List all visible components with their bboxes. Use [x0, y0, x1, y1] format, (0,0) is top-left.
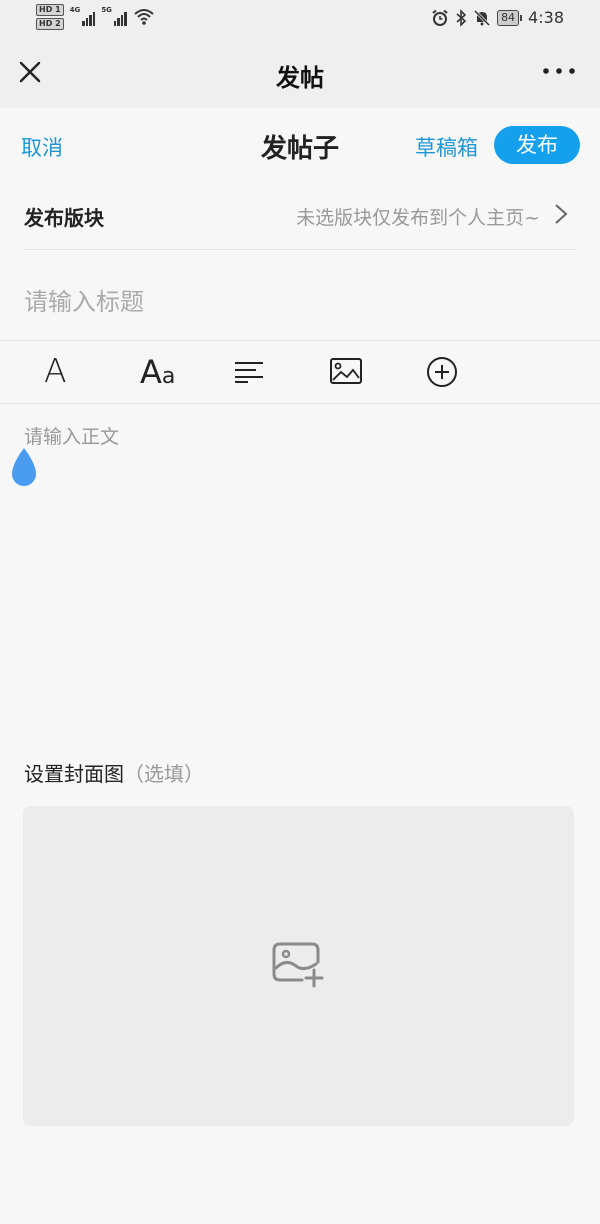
window-title: 发帖 — [276, 64, 324, 92]
wifi-icon — [134, 9, 154, 25]
cover-label-text: 设置封面图 — [24, 762, 124, 786]
status-right: 84 4:38 — [431, 8, 564, 27]
body-input[interactable]: 请输入正文 — [24, 422, 119, 449]
font-size-button[interactable]: Aa — [140, 355, 175, 395]
section-hint: 未选版块仅发布到个人主页~ — [296, 207, 540, 229]
drafts-button[interactable]: 草稿箱 — [415, 132, 478, 162]
clock: 4:38 — [528, 8, 564, 27]
title-input[interactable]: 请输入标题 — [24, 282, 144, 317]
cursor-handle-icon[interactable] — [6, 446, 42, 488]
add-image-icon — [272, 942, 324, 988]
title-bar: 发帖 — [0, 38, 600, 108]
sim-badges: HD 1 HD 2 — [36, 4, 64, 30]
font-size-big-glyph: A — [140, 353, 162, 391]
battery-icon: 84 — [497, 9, 523, 26]
network-type-1: 4G — [69, 6, 81, 14]
signal-icon-2: 5G — [101, 6, 127, 26]
alarm-icon — [432, 9, 448, 26]
section-label: 发布版块 — [24, 206, 104, 230]
align-icon[interactable] — [234, 361, 264, 383]
chevron-right-icon — [555, 204, 568, 224]
battery-level: 84 — [497, 9, 520, 26]
more-icon[interactable] — [542, 66, 576, 76]
status-bar: HD 1 HD 2 4G 5G 84 4:38 — [0, 0, 600, 38]
bluetooth-icon — [456, 8, 467, 27]
publish-button[interactable]: 发布 — [494, 126, 580, 164]
sim2-badge: HD 2 — [36, 18, 64, 30]
signal-icon-1: 4G — [70, 6, 96, 26]
section-selector[interactable]: 发布版块 未选版块仅发布到个人主页~ — [24, 184, 576, 250]
mute-icon — [474, 9, 491, 26]
font-size-small-glyph: a — [161, 364, 176, 389]
sim1-badge: HD 1 — [36, 4, 64, 16]
format-toolbar: A Aa — [0, 340, 600, 404]
cancel-button[interactable]: 取消 — [21, 132, 63, 162]
cover-optional: （选填） — [124, 762, 204, 786]
cover-label: 设置封面图（选填） — [24, 758, 204, 787]
cover-upload-area[interactable] — [23, 806, 574, 1126]
image-icon[interactable] — [329, 356, 363, 386]
network-type-2: 5G — [101, 6, 112, 14]
font-style-button[interactable]: A — [44, 353, 67, 389]
add-icon[interactable] — [425, 355, 459, 389]
post-header: 取消 发帖子 草稿箱 发布 — [0, 108, 600, 184]
status-left: HD 1 HD 2 4G 5G — [36, 4, 155, 30]
